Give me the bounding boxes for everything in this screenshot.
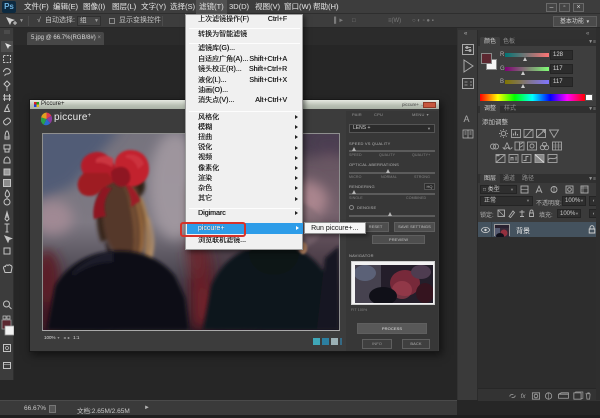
svg-text:fx: fx xyxy=(521,393,527,400)
svg-text:A: A xyxy=(464,114,470,124)
